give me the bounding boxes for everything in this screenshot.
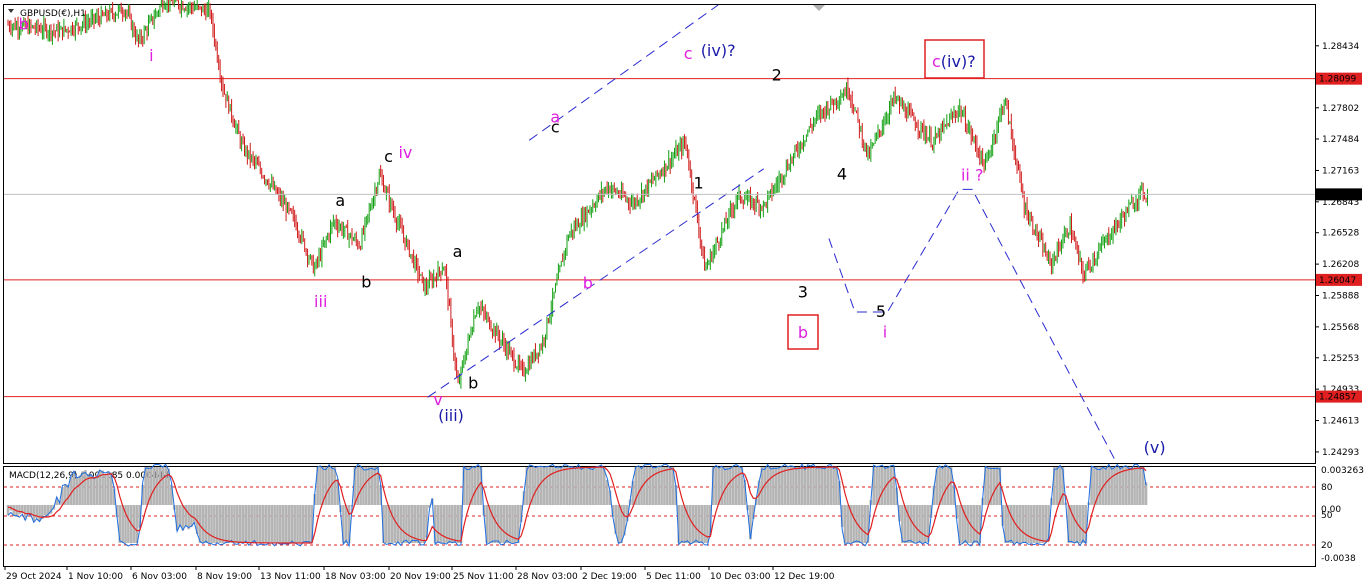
macd-tick-label: 0.003263	[1321, 466, 1364, 476]
macd-axis: 0.003263800.005020-0.0038	[1321, 466, 1364, 564]
price-tick-label: 1.26208	[1322, 260, 1359, 270]
wave-label: b	[19, 15, 29, 34]
level-price-label: 1.26047	[1319, 276, 1356, 286]
boxed-wave-prefix: c	[932, 52, 941, 71]
wave-label: (iv)?	[701, 41, 736, 60]
price-tick-label: 1.27802	[1322, 104, 1359, 114]
wave-label: b	[468, 373, 478, 392]
wave-label: c	[384, 147, 393, 166]
boxed-wave-main: (iv)?	[941, 52, 976, 71]
time-tick-label: 1 Nov 10:00	[68, 572, 123, 582]
price-tick-label: 1.25888	[1322, 291, 1359, 301]
time-tick-label: 28 Nov 03:00	[517, 572, 578, 582]
macd-tick-label: 80	[1321, 483, 1333, 493]
price-tick-label: 1.26528	[1322, 229, 1359, 239]
macd-tick-label: 20	[1321, 541, 1333, 551]
macd-tick-label: -0.0038	[1321, 554, 1356, 564]
wave-label: iv	[398, 143, 412, 162]
macd-tick-label: 50	[1321, 511, 1333, 521]
wave-label: 3	[798, 282, 808, 301]
price-tick-label: 1.28434	[1322, 42, 1359, 52]
time-tick-label: 20 Nov 19:00	[390, 572, 451, 582]
wave-label: a	[453, 242, 463, 261]
time-tick-label: 10 Dec 03:00	[710, 572, 771, 582]
price-tick-label: 1.27163	[1322, 166, 1359, 176]
time-tick-label: 6 Nov 03:00	[132, 572, 187, 582]
boxed-wave-label: b	[798, 323, 808, 342]
time-tick-label: 13 Nov 11:00	[260, 572, 321, 582]
price-tick-label: 1.25253	[1322, 354, 1359, 364]
price-tick-label: 1.25568	[1322, 323, 1359, 333]
time-axis: 29 Oct 2024 1 Nov 10:00 6 Nov 03:00 8 Nov 1…	[4, 566, 835, 582]
boxed-wave-label: c(iv)?	[932, 52, 976, 71]
level-price-label: 1.24857	[1319, 393, 1356, 403]
wave-label: c	[684, 44, 693, 63]
wave-label: b	[361, 272, 371, 291]
symbol-label: GBPUSD(€),H1	[20, 9, 86, 19]
price-pane-border	[3, 4, 1316, 464]
wave-label: i	[883, 322, 887, 341]
price-tick-label: 1.24293	[1322, 448, 1359, 458]
wave-label: 4	[837, 165, 847, 184]
time-tick-label: 2 Dec 19:00	[582, 572, 637, 582]
time-tick-label: 25 Nov 11:00	[453, 572, 514, 582]
price-chart[interactable]: GBPUSD(€),H1 1.28434 1.28099 1.27802 1.2748…	[0, 0, 1366, 588]
wave-label: b	[583, 273, 593, 292]
wave-label: 2	[772, 66, 782, 85]
level-price-label: 1.28099	[1319, 75, 1356, 85]
price-tick-label: 1.27484	[1322, 135, 1359, 145]
wave-label: (v)	[1144, 438, 1166, 457]
wave-label: i	[149, 46, 153, 65]
time-tick-label: 29 Oct 2024	[6, 572, 62, 582]
time-tick-label: 8 Nov 19:00	[197, 572, 252, 582]
current-price-label: 1.26919	[1319, 190, 1356, 200]
price-tick-label: 1.24613	[1322, 417, 1359, 427]
wave-label: c	[551, 117, 560, 136]
wave-label: 1	[693, 173, 703, 192]
wave-label: ii ?	[961, 166, 983, 185]
time-tick-label: 18 Nov 03:00	[325, 572, 386, 582]
wave-label: 5	[876, 302, 886, 321]
wave-label: iii	[314, 292, 327, 311]
time-tick-label: 5 Dec 11:00	[646, 572, 701, 582]
time-tick-label: 12 Dec 19:00	[774, 572, 835, 582]
wave-label: (iii)	[438, 406, 464, 425]
